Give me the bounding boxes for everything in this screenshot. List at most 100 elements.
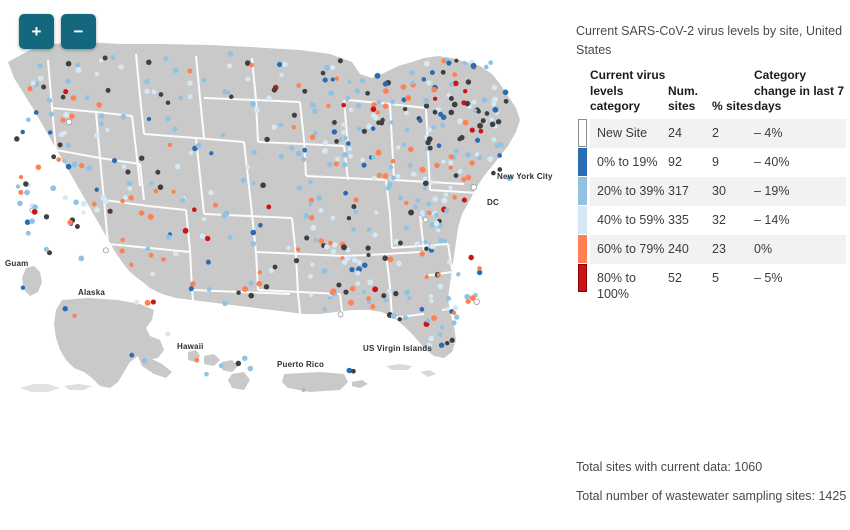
sampling-site-dot[interactable] bbox=[448, 154, 454, 160]
sampling-site-dot[interactable] bbox=[448, 165, 453, 170]
sampling-site-dot[interactable] bbox=[250, 229, 257, 236]
sampling-site-dot[interactable] bbox=[147, 213, 154, 220]
sampling-site-dot[interactable] bbox=[401, 142, 407, 147]
sampling-site-dot[interactable] bbox=[440, 122, 446, 128]
sampling-site-dot[interactable] bbox=[118, 64, 124, 70]
sampling-site-dot[interactable] bbox=[438, 237, 444, 244]
sampling-site-dot[interactable] bbox=[308, 179, 313, 185]
sampling-site-dot[interactable] bbox=[409, 70, 415, 76]
sampling-site-dot[interactable] bbox=[444, 306, 450, 312]
sampling-site-dot[interactable] bbox=[448, 95, 454, 102]
sampling-site-dot[interactable] bbox=[422, 186, 427, 191]
sampling-site-dot[interactable] bbox=[354, 88, 361, 94]
sampling-site-dot[interactable] bbox=[190, 281, 196, 287]
sampling-site-dot[interactable] bbox=[396, 145, 401, 150]
sampling-site-dot[interactable] bbox=[481, 97, 488, 103]
sampling-site-dot[interactable] bbox=[343, 135, 348, 141]
sampling-site-dot[interactable] bbox=[316, 195, 323, 201]
sampling-site-dot[interactable] bbox=[226, 63, 232, 69]
sampling-site-dot[interactable] bbox=[279, 72, 284, 78]
sampling-site-dot[interactable] bbox=[388, 164, 394, 170]
zoom-in-button[interactable]: + bbox=[19, 14, 54, 49]
sampling-site-dot[interactable] bbox=[313, 131, 318, 136]
sampling-site-dot[interactable] bbox=[61, 158, 67, 163]
sampling-site-dot[interactable] bbox=[484, 111, 490, 116]
sampling-site-dot[interactable] bbox=[172, 67, 179, 74]
sampling-site-dot[interactable] bbox=[448, 185, 453, 190]
sampling-site-dot[interactable] bbox=[447, 259, 452, 265]
sampling-site-dot[interactable] bbox=[374, 210, 379, 215]
sampling-site-dot[interactable] bbox=[65, 163, 72, 170]
sampling-site-dot[interactable] bbox=[58, 131, 65, 138]
sampling-site-dot[interactable] bbox=[328, 240, 333, 246]
sampling-site-dot[interactable] bbox=[155, 169, 161, 175]
sampling-site-dot[interactable] bbox=[212, 202, 219, 208]
sampling-site-dot[interactable] bbox=[426, 201, 432, 207]
sampling-site-dot[interactable] bbox=[357, 126, 362, 132]
sampling-site-dot[interactable] bbox=[150, 271, 156, 277]
sampling-site-dot[interactable] bbox=[289, 145, 295, 151]
sampling-site-dot[interactable] bbox=[424, 246, 429, 251]
sampling-site-dot[interactable] bbox=[266, 204, 272, 210]
sampling-site-dot[interactable] bbox=[75, 62, 81, 68]
sampling-site-dot[interactable] bbox=[404, 200, 409, 206]
sampling-site-dot[interactable] bbox=[296, 185, 303, 191]
sampling-site-dot[interactable] bbox=[119, 248, 125, 254]
sampling-site-dot[interactable] bbox=[166, 234, 172, 240]
sampling-site-dot[interactable] bbox=[431, 315, 438, 322]
sampling-site-dot[interactable] bbox=[98, 113, 105, 119]
sampling-site-dot[interactable] bbox=[188, 150, 194, 156]
sampling-site-dot[interactable] bbox=[374, 72, 381, 79]
sampling-site-dot[interactable] bbox=[125, 169, 131, 175]
sampling-site-dot[interactable] bbox=[98, 121, 105, 127]
sampling-site-dot[interactable] bbox=[341, 162, 348, 168]
sampling-site-dot[interactable] bbox=[165, 116, 171, 122]
sampling-site-dot[interactable] bbox=[420, 210, 425, 216]
sampling-site-dot[interactable] bbox=[395, 173, 401, 179]
sampling-site-dot[interactable] bbox=[80, 200, 87, 207]
sampling-site-dot[interactable] bbox=[144, 88, 150, 94]
sampling-site-dot[interactable] bbox=[304, 235, 310, 241]
sampling-site-dot[interactable] bbox=[470, 62, 477, 69]
sampling-site-dot[interactable] bbox=[461, 197, 467, 203]
sampling-site-dot[interactable] bbox=[451, 320, 457, 326]
sampling-site-dot[interactable] bbox=[178, 95, 183, 101]
sampling-site-dot[interactable] bbox=[477, 266, 482, 271]
sampling-site-dot[interactable] bbox=[367, 279, 374, 286]
sampling-site-dot[interactable] bbox=[264, 136, 270, 143]
sampling-site-dot[interactable] bbox=[245, 164, 251, 170]
sampling-site-dot[interactable] bbox=[421, 77, 427, 82]
sampling-site-dot[interactable] bbox=[413, 204, 418, 210]
sampling-site-dot[interactable] bbox=[382, 103, 389, 109]
sampling-site-dot[interactable] bbox=[324, 64, 331, 71]
sampling-site-dot[interactable] bbox=[452, 80, 459, 87]
sampling-site-dot[interactable] bbox=[50, 185, 57, 192]
sampling-site-dot[interactable] bbox=[146, 59, 152, 66]
sampling-site-dot[interactable] bbox=[100, 194, 107, 201]
sampling-site-dot[interactable] bbox=[436, 228, 441, 233]
sampling-site-dot[interactable] bbox=[195, 142, 202, 149]
sampling-site-dot[interactable] bbox=[422, 216, 429, 223]
sampling-site-dot[interactable] bbox=[302, 147, 308, 153]
sampling-site-dot[interactable] bbox=[428, 335, 435, 342]
sampling-site-dot[interactable] bbox=[477, 122, 484, 129]
sampling-site-dot[interactable] bbox=[361, 128, 367, 134]
sampling-site-dot[interactable] bbox=[433, 221, 440, 227]
sampling-site-dot[interactable] bbox=[107, 208, 113, 214]
sampling-site-dot[interactable] bbox=[278, 153, 285, 160]
sampling-site-dot[interactable] bbox=[380, 117, 385, 123]
sampling-site-dot[interactable] bbox=[291, 124, 297, 130]
sampling-site-dot[interactable] bbox=[324, 244, 330, 250]
sampling-site-dot[interactable] bbox=[327, 161, 333, 168]
sampling-site-dot[interactable] bbox=[341, 122, 347, 128]
sampling-site-dot[interactable] bbox=[427, 145, 433, 151]
sampling-site-dot[interactable] bbox=[321, 268, 328, 274]
sampling-site-dot[interactable] bbox=[345, 141, 351, 146]
sampling-site-dot[interactable] bbox=[475, 137, 481, 143]
sampling-site-dot[interactable] bbox=[452, 195, 457, 200]
sampling-site-dot[interactable] bbox=[271, 87, 278, 93]
sampling-site-dot[interactable] bbox=[432, 96, 438, 101]
sampling-site-dot[interactable] bbox=[396, 260, 402, 267]
sampling-site-dot[interactable] bbox=[310, 224, 317, 231]
sampling-site-dot[interactable] bbox=[121, 164, 127, 169]
